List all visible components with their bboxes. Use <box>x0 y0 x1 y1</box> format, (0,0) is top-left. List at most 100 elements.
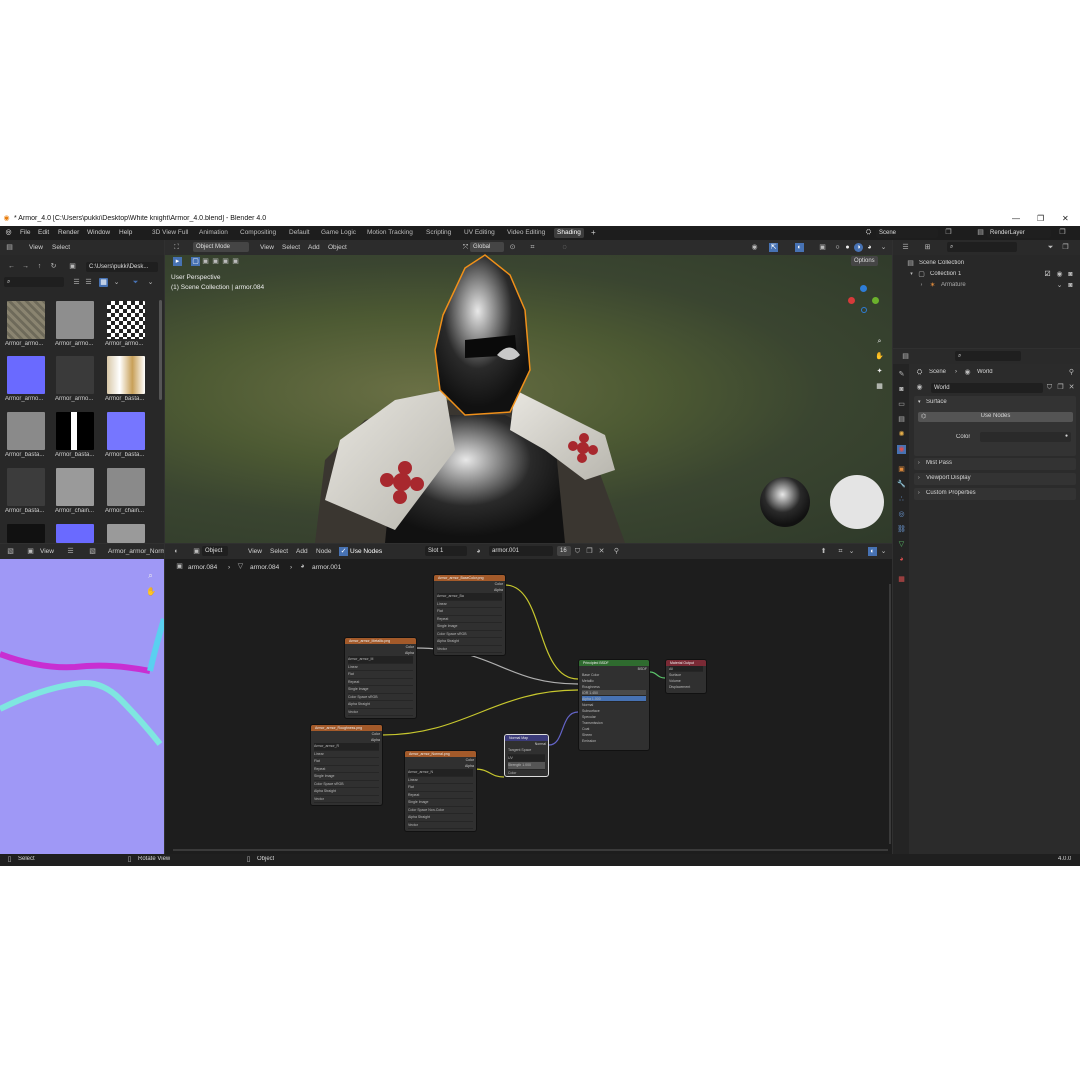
tab-motion-tracking[interactable]: Motion Tracking <box>367 229 413 236</box>
file-thumbnail[interactable] <box>107 301 145 339</box>
path-field[interactable]: C:\Users\pukki\Desk... <box>86 262 158 272</box>
outliner-search-field[interactable]: ⌕ <box>947 242 1017 252</box>
node-field[interactable]: Repeat <box>437 616 502 623</box>
new-layer-icon[interactable]: ❐ <box>1058 228 1067 237</box>
node-field[interactable]: Tangent Space <box>508 747 545 755</box>
scene-tab-icon[interactable]: ✺ <box>897 430 906 439</box>
node-field[interactable]: Alpha Straight <box>408 814 473 822</box>
display-dropdown-icon[interactable]: ⌄ <box>112 278 121 287</box>
texture-tab-icon[interactable]: ▦ <box>897 575 906 584</box>
fb-search-field[interactable]: ⌕ <box>4 277 64 287</box>
node-field[interactable]: Vector <box>314 796 379 803</box>
node-panel[interactable]: Emission <box>582 738 646 744</box>
unlink-world-icon[interactable]: ✕ <box>1067 383 1076 392</box>
file-thumbnail[interactable] <box>56 524 94 543</box>
node-field[interactable]: Alpha Straight <box>437 638 502 646</box>
filter-icon[interactable]: ⏷ <box>1046 243 1055 252</box>
file-browser-scrollbar[interactable] <box>159 300 162 400</box>
editor-type-icon[interactable]: ☰ <box>901 243 910 252</box>
menu-window[interactable]: Window <box>87 229 110 236</box>
tab-3d-view-full[interactable]: 3D View Full <box>152 229 188 236</box>
display-mode-icon[interactable]: ⊞ <box>923 243 932 252</box>
editor-type-icon[interactable]: ▤ <box>5 243 14 252</box>
node-field[interactable]: Vector <box>408 822 473 829</box>
fb-menu-view[interactable]: View <box>29 244 43 251</box>
properties-search-field[interactable]: ⌕ <box>955 351 1021 361</box>
view-layer-tab-icon[interactable]: ▤ <box>897 415 906 424</box>
expand-arrow-icon[interactable]: ▾ <box>907 270 916 279</box>
node-field[interactable]: Single Image <box>437 623 502 631</box>
checkbox-icon[interactable]: ☑ <box>1043 270 1052 279</box>
eye-icon[interactable]: ◉ <box>1055 270 1064 279</box>
node-image-basecolor[interactable]: Armor_armor_BaseColor.png Color Alpha Ar… <box>433 574 506 656</box>
node-field[interactable]: Flat <box>348 671 413 679</box>
refresh-icon[interactable]: ↻ <box>49 262 58 271</box>
ie-menu-view[interactable]: View <box>40 548 54 555</box>
file-thumbnail[interactable] <box>107 524 145 543</box>
parent-dir-icon[interactable]: ↑ <box>35 262 44 271</box>
tab-shading[interactable]: Shading <box>554 228 584 238</box>
thumbnail-view-icon[interactable]: ▦ <box>99 278 108 287</box>
node-editor-h-scrollbar[interactable] <box>173 849 888 851</box>
filter-icon[interactable]: ⏷ <box>131 278 140 287</box>
file-thumbnail[interactable] <box>7 356 45 394</box>
new-collection-icon[interactable]: ❐ <box>1061 243 1070 252</box>
zoom-icon[interactable]: ⌕ <box>146 571 155 580</box>
tab-animation[interactable]: Animation <box>199 229 228 236</box>
node-principled-bsdf[interactable]: Principled BSDF BSDF Base Color Metallic… <box>578 659 650 751</box>
add-workspace-button[interactable]: + <box>591 228 596 237</box>
menu-hamburger-icon[interactable]: ☰ <box>66 547 75 556</box>
node-field[interactable]: Linear <box>314 751 379 758</box>
node-field[interactable]: Single Image <box>348 686 413 694</box>
back-icon[interactable]: ← <box>7 262 16 271</box>
world-name-field[interactable]: World <box>931 383 1043 393</box>
close-button[interactable]: ✕ <box>1062 214 1069 223</box>
gizmo-z-axis[interactable] <box>860 285 867 292</box>
node-field[interactable]: Repeat <box>314 766 379 773</box>
node-field[interactable]: Repeat <box>408 792 473 799</box>
minimize-button[interactable]: — <box>1012 214 1020 223</box>
node-field[interactable]: Alpha Straight <box>348 701 413 709</box>
3d-viewport[interactable]: ⛶ Object Mode View Select Add Object ⤧ G… <box>165 240 892 543</box>
world-tab-icon[interactable]: ◉ <box>897 445 906 454</box>
file-thumbnail[interactable] <box>7 301 45 339</box>
node-field[interactable]: Flat <box>314 758 379 766</box>
editor-type-icon[interactable]: ▤ <box>901 352 910 361</box>
node-field[interactable]: Vector <box>437 646 502 653</box>
file-thumbnail[interactable] <box>56 301 94 339</box>
constraints-tab-icon[interactable]: ⛓ <box>897 525 906 534</box>
panel-expand-icon[interactable]: ▾ <box>918 399 921 405</box>
maximize-button[interactable]: ❐ <box>1037 214 1044 223</box>
gizmo-neg-z-axis[interactable] <box>861 307 867 313</box>
node-material-output[interactable]: Material Output All Surface Volume Displ… <box>665 659 707 694</box>
list-view-icon[interactable]: ☰ <box>72 278 81 287</box>
node-field[interactable]: Linear <box>437 601 502 608</box>
menu-file[interactable]: File <box>20 229 30 236</box>
render-tab-icon[interactable]: ◙ <box>897 385 906 394</box>
image-selector[interactable]: Armor_armor_M <box>348 656 413 664</box>
shader-node-editor[interactable]: ◐ ▣ Object View Select Add Node ✓ Use No… <box>165 544 892 854</box>
file-thumbnail[interactable] <box>7 412 45 450</box>
node-field[interactable]: Repeat <box>348 679 413 686</box>
file-thumbnail[interactable] <box>56 468 94 506</box>
outliner-collection-1[interactable]: Collection 1 <box>930 271 961 277</box>
pin-icon[interactable]: ⚲ <box>1067 368 1076 377</box>
use-nodes-button[interactable]: ⌬ Use Nodes <box>918 412 1073 422</box>
new-scene-icon[interactable]: ❐ <box>944 228 953 237</box>
camera-render-icon[interactable]: ◙ <box>1066 270 1075 279</box>
node-field[interactable]: UV <box>508 754 545 762</box>
object-tab-icon[interactable]: ▣ <box>897 465 906 474</box>
zoom-icon[interactable]: ⌕ <box>875 337 884 346</box>
filter-dropdown-icon[interactable]: ⌄ <box>146 278 155 287</box>
scene-selector[interactable]: Scene <box>876 228 938 238</box>
node-field[interactable]: Flat <box>408 784 473 792</box>
node-image-metallic[interactable]: Armor_armor_Metallic.png Color Alpha Arm… <box>344 637 417 719</box>
file-thumbnail[interactable] <box>56 356 94 394</box>
perspective-toggle-icon[interactable]: ▦ <box>875 382 884 391</box>
camera-icon[interactable]: ✦ <box>875 367 884 376</box>
node-image-roughness[interactable]: Armor_armor_Roughness.png Color Alpha Ar… <box>310 724 383 806</box>
node-normal-map[interactable]: Normal Map Normal Tangent Space UV Stren… <box>504 734 549 777</box>
pan-hand-icon[interactable]: ✋ <box>875 352 884 361</box>
menu-help[interactable]: Help <box>119 229 132 236</box>
forward-icon[interactable]: → <box>21 262 30 271</box>
